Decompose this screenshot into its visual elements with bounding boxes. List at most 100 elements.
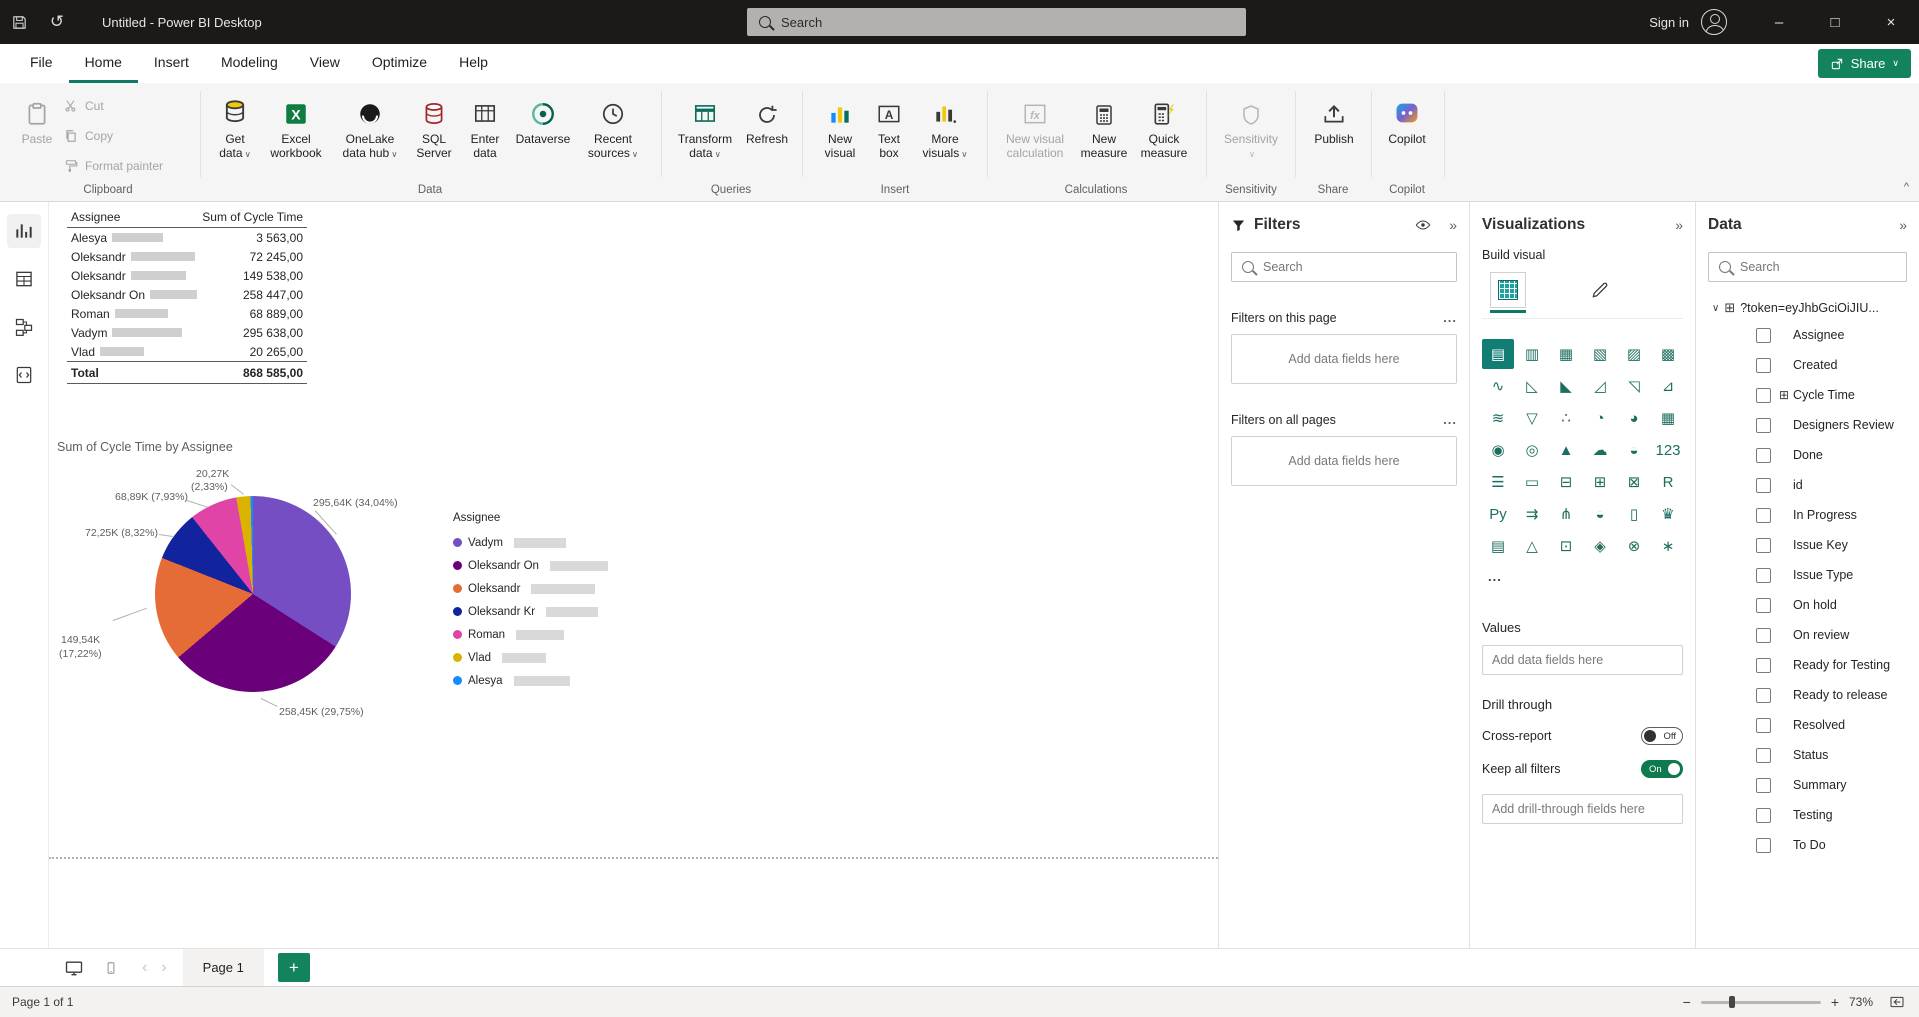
dataset-tree-root[interactable]: ∨ ⊞ ?token=eyJhbGciOiJIU... [1708,300,1907,316]
collapse-pane-icon[interactable]: » [1899,217,1907,233]
table-visual[interactable]: Assignee Sum of Cycle Time Alesya 3 563,… [67,206,307,384]
new-measure-button[interactable]: New measure [1075,91,1133,160]
cross-report-toggle[interactable]: Off [1641,727,1683,745]
stacked-bar-chart[interactable]: ▤ [1482,339,1514,369]
minimize-button[interactable]: – [1751,0,1807,44]
r-script-visual[interactable]: R [1652,467,1684,497]
field-checkbox[interactable] [1756,808,1771,823]
values-field-well[interactable]: Add data fields here [1482,645,1683,675]
field-checkbox[interactable] [1756,718,1771,733]
stacked-column-chart[interactable]: ▥ [1516,339,1548,369]
field-checkbox[interactable] [1756,448,1771,463]
pie-chart[interactable]: ◔ [1584,403,1616,433]
keep-all-filters-toggle[interactable]: On [1641,760,1683,778]
field-checkbox[interactable] [1756,838,1771,853]
zoom-out-button[interactable]: − [1683,994,1691,1010]
sign-in-button[interactable]: Sign in [1649,15,1689,30]
legend-item[interactable]: Vadym [453,531,608,554]
field-checkbox[interactable] [1756,358,1771,373]
text-box-button[interactable]: A Text box [869,91,909,160]
smart-narrative[interactable]: ▯ [1618,499,1650,529]
table-row[interactable]: Oleksandr 72 245,00 [67,247,307,266]
table-row[interactable]: Vadym 295 638,00 [67,323,307,342]
share-button[interactable]: Share ∨ [1818,49,1911,78]
new-page-button[interactable]: + [278,953,310,982]
account-avatar[interactable] [1701,9,1727,35]
filled-map[interactable]: ◎ [1516,435,1548,465]
publish-button[interactable]: Publish [1309,91,1359,147]
python-visual[interactable]: Py [1482,499,1514,529]
table-row[interactable]: Roman 68 889,00 [67,304,307,323]
line-stacked-column-chart[interactable]: ◿ [1584,371,1616,401]
field-checkbox[interactable] [1756,658,1771,673]
legend-item[interactable]: Oleksandr [453,577,608,600]
menu-item[interactable]: Insert [138,44,205,83]
stacked-area-chart[interactable]: ◣ [1550,371,1582,401]
field-checkbox[interactable] [1756,688,1771,703]
field-row[interactable]: In Progress [1708,500,1907,530]
format-visual-mode-button[interactable] [1582,272,1618,308]
multi-row-card[interactable]: ☰ [1482,467,1514,497]
card[interactable]: 123 [1652,435,1684,465]
clustered-column-chart[interactable]: ▧ [1584,339,1616,369]
qa-visual[interactable]: ◒ [1584,499,1616,529]
filter-field-well[interactable]: Add data fields here [1231,334,1457,384]
100-stacked-column-chart[interactable]: ▩ [1652,339,1684,369]
transform-data-button[interactable]: Transform data∨ [671,91,739,161]
new-visual-button[interactable]: New visual [816,91,864,160]
field-row[interactable]: Issue Key [1708,530,1907,560]
pie-chart-visual[interactable]: Sum of Cycle Time by Assignee 20,27K (2,… [55,438,635,868]
quick-measure-button[interactable]: Quick measure [1136,91,1192,160]
zoom-slider-handle[interactable] [1729,996,1735,1008]
mobile-layout-button[interactable] [104,961,118,975]
data-search-input[interactable]: Search [1708,252,1907,282]
line-chart[interactable]: ∿ [1482,371,1514,401]
line-clustered-column-chart[interactable]: ◹ [1618,371,1650,401]
gauge[interactable]: ◒ [1618,435,1650,465]
metrics[interactable]: ♛ [1652,499,1684,529]
field-row[interactable]: Designers Review [1708,410,1907,440]
field-row[interactable]: On review [1708,620,1907,650]
field-checkbox[interactable] [1756,598,1771,613]
kpi[interactable]: ▭ [1516,467,1548,497]
field-row[interactable]: Assignee [1708,320,1907,350]
eye-icon[interactable] [1415,217,1431,233]
donut-chart[interactable]: ◕ [1618,403,1650,433]
field-row[interactable]: Done [1708,440,1907,470]
report-canvas[interactable]: Assignee Sum of Cycle Time Alesya 3 563,… [49,202,1218,948]
azure-map[interactable]: ☁ [1584,435,1616,465]
table-row[interactable]: Oleksandr On 258 447,00 [67,285,307,304]
onelake-data-hub-button[interactable]: OneLake data hub∨ [332,91,408,161]
legend-item[interactable]: Roman [453,623,608,646]
model-view-button[interactable] [7,310,41,344]
dataverse-button[interactable]: Dataverse [510,91,576,147]
enter-data-button[interactable]: Enter data [462,91,508,160]
legend-item[interactable]: Vlad [453,646,608,669]
menu-item[interactable]: File [14,44,69,83]
menu-item[interactable]: View [294,44,356,83]
menu-item[interactable]: Home [69,44,138,83]
menu-item[interactable]: Optimize [356,44,443,83]
funnel-chart[interactable]: ▽ [1516,403,1548,433]
key-influencers[interactable]: ⇉ [1516,499,1548,529]
save-button[interactable] [0,0,38,44]
fit-to-page-icon[interactable] [1889,994,1905,1010]
menu-item[interactable]: Modeling [205,44,294,83]
field-row[interactable]: Summary [1708,770,1907,800]
field-row[interactable]: Status [1708,740,1907,770]
custom-visual-3[interactable]: ∗ [1652,531,1684,561]
more-options-icon[interactable]: ... [1443,412,1457,427]
copilot-button[interactable]: Copilot [1382,91,1432,147]
field-row[interactable]: Created [1708,350,1907,380]
matrix[interactable]: ⊠ [1618,467,1650,497]
report-view-button[interactable] [7,214,41,248]
undo-button[interactable]: ↺ [38,0,76,44]
page-tab[interactable]: Page 1 [183,949,264,987]
pie-chart[interactable] [155,496,351,692]
filter-field-well[interactable]: Add data fields here [1231,436,1457,486]
field-checkbox[interactable] [1756,628,1771,643]
dax-query-view-button[interactable] [7,358,41,392]
field-row[interactable]: ⊞ Cycle Time [1708,380,1907,410]
zoom-in-button[interactable]: + [1831,994,1839,1010]
field-row[interactable]: Ready for Testing [1708,650,1907,680]
